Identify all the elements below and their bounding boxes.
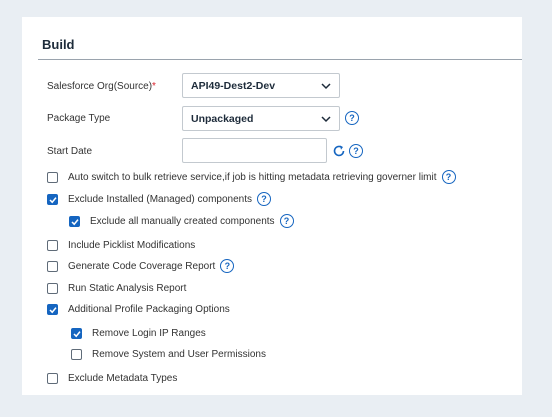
help-icon[interactable]: ?	[345, 111, 359, 125]
org-select-value: API49-Dest2-Dev	[191, 79, 276, 92]
help-icon[interactable]: ?	[220, 259, 235, 273]
option-label: Run Static Analysis Report	[68, 282, 187, 294]
help-icon[interactable]: ?	[279, 214, 294, 228]
option-label: Remove System and User Permissions	[92, 348, 266, 360]
section-divider	[38, 59, 522, 60]
build-panel: Build Salesforce Org(Source)* API49-Dest…	[22, 17, 522, 395]
package-type-select[interactable]: Unpackaged	[182, 106, 340, 131]
checkbox[interactable]	[47, 282, 58, 294]
option-include-picklist[interactable]: Include Picklist Modifications	[47, 237, 195, 253]
required-marker: *	[152, 81, 156, 92]
start-date-label: Start Date	[47, 146, 93, 157]
option-remove-login-ip[interactable]: Remove Login IP Ranges	[71, 325, 206, 341]
help-icon[interactable]: ?	[257, 192, 271, 206]
package-type-label: Package Type	[47, 113, 111, 124]
option-label: Exclude all manually created components	[90, 215, 275, 227]
option-label: Exclude Installed (Managed) components	[68, 193, 252, 205]
option-auto-switch-bulk[interactable]: Auto switch to bulk retrieve service,if …	[47, 169, 456, 185]
checkbox[interactable]	[47, 372, 58, 384]
option-label: Additional Profile Packaging Options	[68, 303, 230, 315]
checkbox[interactable]	[47, 239, 58, 251]
option-label: Auto switch to bulk retrieve service,if …	[68, 171, 437, 183]
refresh-icon[interactable]	[332, 144, 346, 158]
chevron-down-icon	[321, 83, 331, 90]
checkbox-checked[interactable]	[71, 327, 82, 339]
option-exclude-installed[interactable]: Exclude Installed (Managed) components ?	[47, 191, 271, 207]
option-static-analysis[interactable]: Run Static Analysis Report	[47, 280, 186, 296]
section-title: Build	[42, 37, 75, 52]
option-label: Remove Login IP Ranges	[92, 327, 206, 339]
checkbox-checked[interactable]	[47, 303, 58, 315]
option-label: Exclude Metadata Types	[68, 372, 178, 384]
checkbox-checked[interactable]	[47, 193, 58, 205]
chevron-down-icon	[321, 116, 331, 123]
option-remove-permissions[interactable]: Remove System and User Permissions	[71, 346, 266, 362]
checkbox[interactable]	[71, 348, 82, 360]
help-icon[interactable]: ?	[441, 170, 456, 184]
option-label: Generate Code Coverage Report	[68, 260, 216, 272]
org-label: Salesforce Org(Source)*	[47, 81, 156, 92]
package-type-value: Unpackaged	[191, 112, 254, 125]
option-code-coverage[interactable]: Generate Code Coverage Report ?	[47, 258, 235, 274]
checkbox[interactable]	[47, 260, 58, 272]
option-exclude-metadata-types[interactable]: Exclude Metadata Types	[47, 370, 177, 386]
option-profile-packaging[interactable]: Additional Profile Packaging Options	[47, 301, 230, 317]
option-exclude-manual[interactable]: Exclude all manually created components …	[69, 213, 294, 229]
checkbox[interactable]	[47, 171, 58, 183]
org-select[interactable]: API49-Dest2-Dev	[182, 73, 340, 98]
start-date-input[interactable]	[182, 138, 327, 163]
help-icon[interactable]: ?	[349, 144, 363, 158]
option-label: Include Picklist Modifications	[68, 239, 196, 251]
checkbox-checked[interactable]	[69, 215, 80, 227]
